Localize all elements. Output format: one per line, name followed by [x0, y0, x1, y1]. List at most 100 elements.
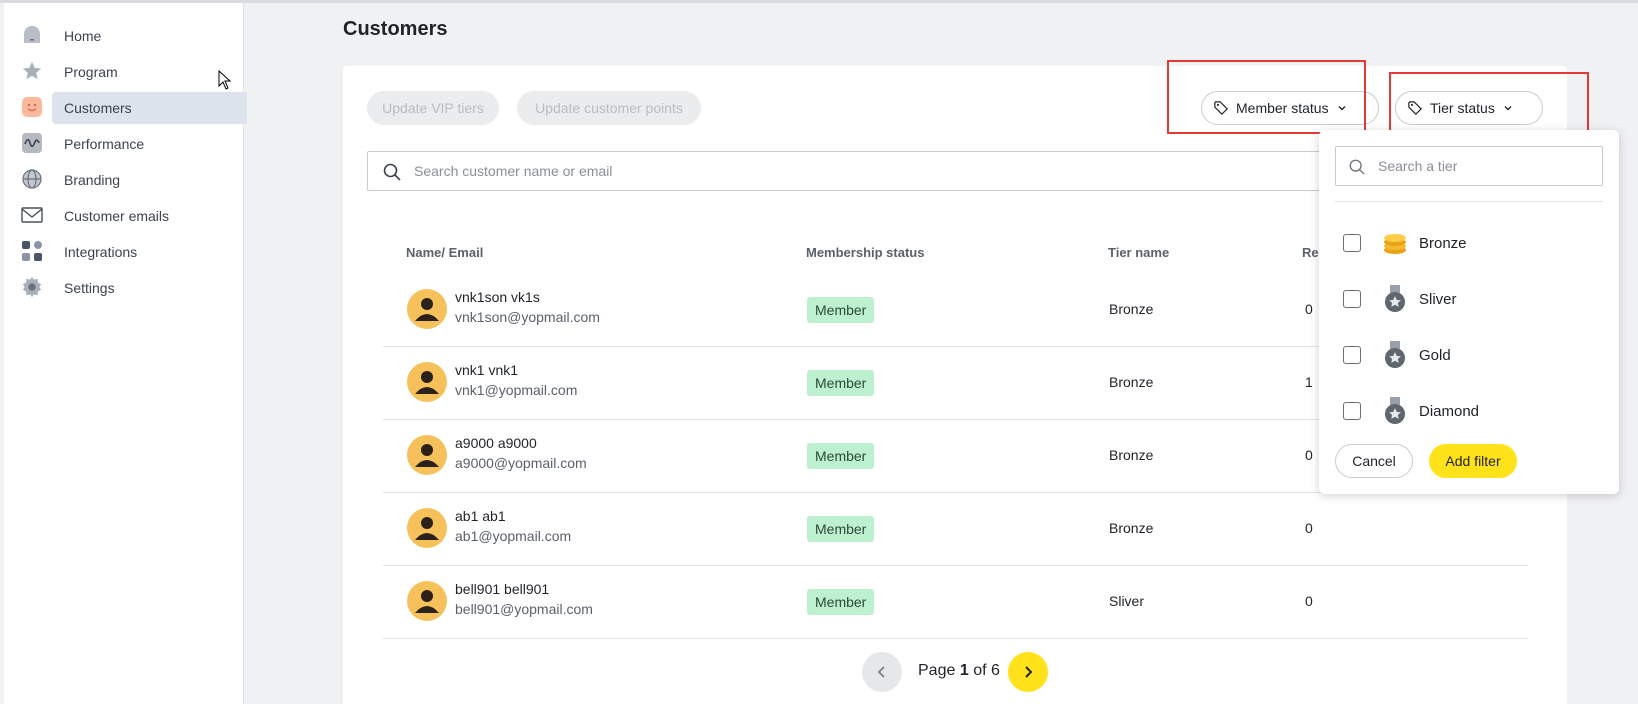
tier-status-dropdown: Search a tier Bronze Sliver Gold Diamond… — [1319, 130, 1619, 494]
customer-email: ab1@yopmail.com — [455, 528, 572, 544]
tier-checkbox[interactable] — [1343, 234, 1361, 252]
cancel-button[interactable]: Cancel — [1335, 444, 1413, 478]
search-icon — [1349, 159, 1365, 175]
rewards-value: 0 — [1305, 593, 1313, 609]
envelope-icon — [20, 203, 44, 227]
sidebar-item-home[interactable]: Home — [52, 20, 247, 52]
rewards-value: 0 — [1305, 520, 1313, 536]
status-badge: Member — [807, 516, 875, 542]
page-title: Customers — [343, 18, 448, 40]
sidebar-item-integrations[interactable]: Integrations — [52, 236, 247, 268]
avatar — [407, 435, 447, 475]
sidebar-item-branding[interactable]: Branding — [52, 164, 247, 196]
sidebar-item-label: Customer emails — [64, 208, 170, 224]
tier-name: Bronze — [1109, 520, 1154, 536]
customer-name: a9000 a9000 — [455, 435, 537, 451]
tier-name: Bronze — [1109, 447, 1154, 463]
coins-icon — [1379, 227, 1411, 259]
add-filter-button[interactable]: Add filter — [1429, 444, 1517, 478]
avatar — [407, 362, 447, 402]
customer-name: bell901 bell901 — [455, 581, 550, 597]
medal-icon — [1379, 283, 1411, 315]
page-prefix: Page — [918, 662, 956, 679]
sidebar-item-label: Integrations — [64, 244, 138, 260]
sidebar-item-label: Settings — [64, 280, 115, 296]
search-placeholder: Search customer name or email — [414, 163, 613, 179]
column-header-name-email: Name/ Email — [406, 245, 484, 260]
next-page-button[interactable] — [1008, 652, 1048, 692]
tier-option-bronze[interactable]: Bronze — [1335, 223, 1603, 263]
rewards-value: 0 — [1305, 301, 1313, 317]
column-header-rewards: Re — [1302, 245, 1319, 260]
tier-option-sliver[interactable]: Sliver — [1335, 279, 1603, 319]
sidebar: Home Program Customers Performance Brand… — [4, 3, 247, 704]
update-customer-points-button[interactable]: Update customer points — [517, 91, 701, 125]
gear-icon — [20, 275, 44, 299]
sidebar-item-performance[interactable]: Performance — [52, 128, 247, 160]
avatar — [407, 508, 447, 548]
sidebar-item-settings[interactable]: Settings — [52, 272, 247, 304]
tier-checkbox[interactable] — [1343, 402, 1361, 420]
chevron-right-icon — [1025, 666, 1033, 678]
customer-name: vnk1 vnk1 — [455, 362, 519, 378]
previous-page-button[interactable] — [862, 652, 902, 692]
grid-icon — [20, 239, 44, 263]
page-of: of — [973, 662, 987, 679]
customer-email: vnk1@yopmail.com — [455, 382, 578, 398]
tier-search-placeholder: Search a tier — [1378, 158, 1458, 174]
customer-name: ab1 ab1 — [455, 508, 506, 524]
top-border — [0, 0, 1638, 3]
tier-name: Sliver — [1109, 593, 1145, 609]
status-badge: Member — [807, 297, 875, 323]
tier-checkbox[interactable] — [1343, 290, 1361, 308]
tier-option-gold[interactable]: Gold — [1335, 335, 1603, 375]
tier-option-label: Sliver — [1419, 290, 1457, 308]
avatar — [407, 581, 447, 621]
sidebar-item-label: Program — [64, 64, 118, 80]
highlight-box-tier-status — [1389, 72, 1589, 134]
tier-option-label: Gold — [1419, 346, 1451, 364]
search-icon — [383, 163, 401, 181]
customer-name: vnk1son vk1s — [455, 289, 540, 305]
sidebar-item-label: Customers — [64, 100, 132, 116]
table-row[interactable]: ab1 ab1 ab1@yopmail.com Member Bronze 0 — [383, 492, 1528, 565]
sidebar-item-label: Home — [64, 28, 102, 44]
customer-email: a9000@yopmail.com — [455, 455, 587, 471]
globe-icon — [20, 167, 44, 191]
medal-icon — [1379, 339, 1411, 371]
sidebar-item-customer-emails[interactable]: Customer emails — [52, 200, 247, 232]
highlight-box-member-status — [1167, 60, 1366, 134]
smiley-icon — [20, 95, 44, 119]
home-icon — [20, 23, 44, 47]
tier-name: Bronze — [1109, 374, 1154, 390]
customer-email: bell901@yopmail.com — [455, 601, 593, 617]
tier-checkbox[interactable] — [1343, 346, 1361, 364]
sidebar-item-customers[interactable]: Customers — [52, 92, 247, 124]
tier-name: Bronze — [1109, 301, 1154, 317]
star-icon — [20, 59, 44, 83]
chevron-left-icon — [877, 666, 885, 678]
total-pages: 6 — [990, 662, 1000, 679]
sidebar-item-label: Branding — [64, 172, 121, 188]
column-header-membership-status: Membership status — [806, 245, 925, 260]
customer-email: vnk1son@yopmail.com — [455, 309, 600, 325]
wave-icon — [20, 131, 44, 155]
column-header-tier-name: Tier name — [1108, 245, 1170, 260]
avatar — [407, 289, 447, 329]
current-page: 1 — [959, 662, 969, 679]
update-vip-tiers-button[interactable]: Update VIP tiers — [367, 91, 499, 125]
status-badge: Member — [807, 370, 875, 396]
tier-option-label: Bronze — [1419, 234, 1467, 252]
rewards-value: 0 — [1305, 447, 1313, 463]
tier-option-diamond[interactable]: Diamond — [1335, 391, 1603, 431]
row-divider — [383, 638, 1528, 639]
status-badge: Member — [807, 443, 875, 469]
sidebar-item-label: Performance — [64, 136, 145, 152]
page-indicator: Page 1 of 6 — [918, 662, 1000, 680]
table-row[interactable]: bell901 bell901 bell901@yopmail.com Memb… — [383, 565, 1528, 638]
medal-icon — [1379, 395, 1411, 427]
rewards-value: 1 — [1305, 374, 1313, 390]
mouse-cursor-icon — [218, 69, 232, 95]
dropdown-divider — [1335, 201, 1603, 202]
tier-search-input[interactable]: Search a tier — [1335, 146, 1603, 186]
